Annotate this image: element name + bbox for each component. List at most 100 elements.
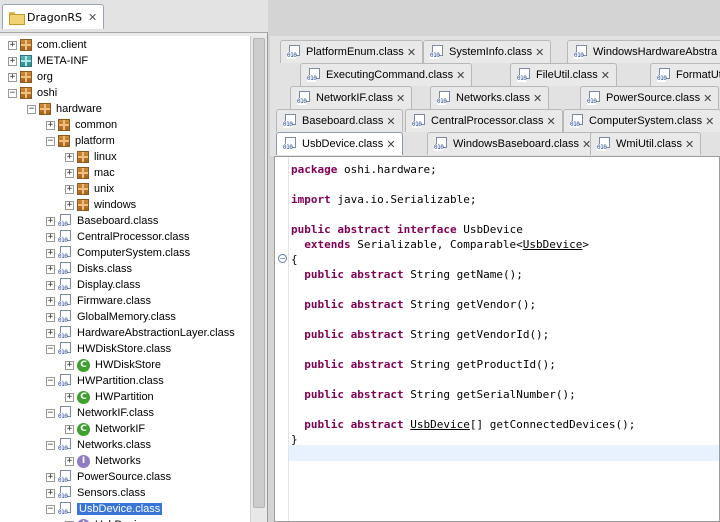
collapse-icon[interactable]: − xyxy=(46,504,55,514)
collapse-icon[interactable]: − xyxy=(46,376,55,386)
editor-tab[interactable]: 010 CentralProcessor.class ✕ xyxy=(405,109,563,132)
tree-item[interactable]: + com.client xyxy=(8,37,87,53)
tree-item[interactable]: +010 GlobalMemory.class xyxy=(46,309,176,325)
close-icon[interactable]: ✕ xyxy=(386,138,395,151)
editor-tab[interactable]: 010FormatUtil✕ xyxy=(650,63,720,86)
editor-tab[interactable]: 010 NetworkIF.class ✕ xyxy=(290,86,413,109)
close-icon[interactable]: ✕ xyxy=(535,46,544,59)
expand-icon[interactable]: + xyxy=(46,248,55,258)
tree-item[interactable]: + linux xyxy=(65,149,117,165)
expand-icon[interactable]: + xyxy=(65,200,74,210)
expand-icon[interactable]: + xyxy=(46,488,55,498)
editor-tab[interactable]: 010 ExecutingCommand.class ✕ xyxy=(300,63,473,86)
collapse-icon[interactable]: − xyxy=(8,88,17,98)
tree-item[interactable]: +010 Baseboard.class xyxy=(46,213,158,229)
collapse-icon[interactable]: − xyxy=(46,136,55,146)
editor-tab[interactable]: 010WindowsHardwareAbstra✕ xyxy=(567,40,720,63)
close-icon[interactable]: ✕ xyxy=(685,138,694,151)
tree-item[interactable]: + C NetworkIF xyxy=(65,421,145,437)
expand-icon[interactable]: + xyxy=(46,328,55,338)
tree-item[interactable]: + common xyxy=(46,117,117,133)
expand-icon[interactable]: + xyxy=(65,360,74,370)
close-icon[interactable]: ✕ xyxy=(705,115,714,128)
expand-icon[interactable]: + xyxy=(46,472,55,482)
close-icon[interactable]: ✕ xyxy=(386,115,395,128)
tree-item[interactable]: +010 Sensors.class xyxy=(46,485,145,501)
close-icon[interactable]: ✕ xyxy=(396,92,405,105)
editor-tab[interactable]: 010 WmiUtil.class ✕ xyxy=(590,132,702,155)
code-editor[interactable]: − package oshi.hardware; import java.io.S… xyxy=(274,156,720,522)
editor-tab[interactable]: 010 PlatformEnum.class ✕ xyxy=(280,40,424,63)
expand-icon[interactable]: + xyxy=(46,280,55,290)
tree-item[interactable]: +010 ComputerSystem.class xyxy=(46,245,190,261)
collapse-icon[interactable]: − xyxy=(46,344,55,354)
class-file-icon: 010 xyxy=(597,137,611,151)
tree-scrollbar-thumb[interactable] xyxy=(253,38,265,508)
close-icon[interactable]: ✕ xyxy=(407,46,416,59)
editor-tab[interactable]: 010 UsbDevice.class ✕ xyxy=(276,132,403,155)
code-type-link[interactable]: UsbDevice xyxy=(410,418,470,431)
collapse-icon[interactable]: − xyxy=(27,104,36,114)
tree-item[interactable]: − hardware xyxy=(27,101,102,117)
expand-icon[interactable]: + xyxy=(46,296,55,306)
expand-icon[interactable]: + xyxy=(46,312,55,322)
class-file-bits: 010 xyxy=(58,301,68,308)
tree-item[interactable]: + C HWPartition xyxy=(65,389,154,405)
tree-item[interactable]: +010 Display.class xyxy=(46,277,140,293)
tree-item[interactable]: −010 UsbDevice.class xyxy=(46,501,163,517)
editor-tab[interactable]: 010 WindowsBaseboard.class ✕ xyxy=(427,132,599,155)
expand-icon[interactable]: + xyxy=(8,72,17,82)
tree-item[interactable]: +IUsbDevice xyxy=(65,517,148,522)
expand-icon[interactable]: + xyxy=(46,216,55,226)
editor-tab[interactable]: 010 ComputerSystem.class ✕ xyxy=(563,109,720,132)
expand-icon[interactable]: + xyxy=(8,56,17,66)
class-file-bits: 010 xyxy=(517,75,527,82)
expand-icon[interactable]: + xyxy=(46,120,55,130)
tree-item[interactable]: + org xyxy=(8,69,53,85)
tree-item[interactable]: + I Networks xyxy=(65,453,141,469)
tree-item[interactable]: −010 HWDiskStore.class xyxy=(46,341,171,357)
close-icon[interactable]: ✕ xyxy=(456,69,465,82)
expand-icon[interactable]: + xyxy=(65,152,74,162)
editor-tab[interactable]: 010 SystemInfo.class ✕ xyxy=(423,40,552,63)
tree-item[interactable]: +010 Disks.class xyxy=(46,261,132,277)
close-icon[interactable]: ✕ xyxy=(703,92,712,105)
expand-icon[interactable]: + xyxy=(65,168,74,178)
tree-item[interactable]: + META-INF xyxy=(8,53,88,69)
expand-icon[interactable]: + xyxy=(8,40,17,50)
expand-icon[interactable]: + xyxy=(46,264,55,274)
editor-tab[interactable]: 010 PowerSource.class ✕ xyxy=(580,86,720,109)
expand-icon[interactable]: + xyxy=(65,424,74,434)
collapse-icon[interactable]: − xyxy=(46,440,55,450)
collapse-icon[interactable]: − xyxy=(46,408,55,418)
tree-item[interactable]: +010 HardwareAbstractionLayer.class xyxy=(46,325,235,341)
fold-icon[interactable]: − xyxy=(278,254,287,263)
editor-tab[interactable]: 010 Baseboard.class ✕ xyxy=(276,109,403,132)
editor-tab[interactable]: 010 Networks.class ✕ xyxy=(430,86,550,109)
tree-item[interactable]: +010 PowerSource.class xyxy=(46,469,171,485)
close-icon[interactable]: ✕ xyxy=(533,92,542,105)
tree-item[interactable]: + unix xyxy=(65,181,114,197)
expand-icon[interactable]: + xyxy=(65,456,74,466)
tree-item[interactable]: − platform xyxy=(46,133,115,149)
expand-icon[interactable]: + xyxy=(65,392,74,402)
close-icon[interactable]: ✕ xyxy=(88,11,97,24)
tree-item[interactable]: +010 Firmware.class xyxy=(46,293,151,309)
tree-item[interactable]: −010 Networks.class xyxy=(46,437,151,453)
editor-tab[interactable]: 010 FileUtil.class ✕ xyxy=(510,63,617,86)
close-icon[interactable]: ✕ xyxy=(547,115,556,128)
tree-item[interactable]: − oshi xyxy=(8,85,57,101)
close-icon[interactable]: ✕ xyxy=(601,69,610,82)
tab-dragonrs[interactable]: DragonRS ✕ xyxy=(2,4,105,29)
expand-icon[interactable]: + xyxy=(46,232,55,242)
tree-item[interactable]: +010 CentralProcessor.class xyxy=(46,229,190,245)
tree-item[interactable]: −010 HWPartition.class xyxy=(46,373,164,389)
expand-icon[interactable]: + xyxy=(65,184,74,194)
tree-item[interactable]: + windows xyxy=(65,197,136,213)
tree-item[interactable]: + C HWDiskStore xyxy=(65,357,161,373)
editor-tab-label: WindowsHardwareAbstra xyxy=(593,46,718,58)
tree-scrollbar[interactable] xyxy=(250,36,267,522)
code-type-link[interactable]: UsbDevice xyxy=(523,238,583,251)
tree-item[interactable]: + mac xyxy=(65,165,115,181)
tree-item[interactable]: −010 NetworkIF.class xyxy=(46,405,154,421)
